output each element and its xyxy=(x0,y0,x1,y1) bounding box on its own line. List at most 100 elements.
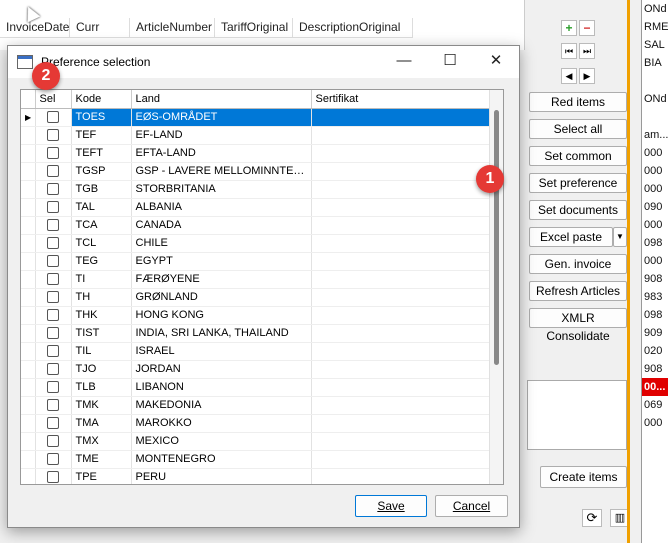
last-record-icon[interactable]: ⏭ xyxy=(579,43,595,59)
minimize-icon[interactable]: — xyxy=(381,46,427,78)
kode-cell[interactable]: TPE xyxy=(71,468,132,484)
select-checkbox[interactable] xyxy=(47,309,59,322)
table-row[interactable]: TEFT EFTA-LAND xyxy=(21,144,492,163)
table-row[interactable]: TJO JORDAN xyxy=(21,360,492,379)
land-cell[interactable]: HONG KONG xyxy=(131,306,312,325)
select-checkbox[interactable] xyxy=(47,111,59,124)
vertical-scrollbar[interactable] xyxy=(489,90,503,484)
table-row[interactable]: TME MONTENEGRO xyxy=(21,450,492,469)
sertifikat-cell[interactable] xyxy=(311,252,492,271)
land-cell[interactable]: MAROKKO xyxy=(131,414,312,433)
table-row[interactable]: TCA CANADA xyxy=(21,216,492,235)
table-row[interactable]: TH GRØNLAND xyxy=(21,288,492,307)
sertifikat-cell[interactable] xyxy=(311,270,492,289)
select-checkbox[interactable] xyxy=(47,237,59,250)
land-cell[interactable]: MAKEDONIA xyxy=(131,396,312,415)
select-checkbox[interactable] xyxy=(47,435,59,448)
excel-paste-button[interactable]: Excel paste xyxy=(529,227,613,247)
sertifikat-cell[interactable] xyxy=(311,414,492,433)
column-header-sel[interactable]: Sel xyxy=(35,90,72,109)
land-cell[interactable]: ISRAEL xyxy=(131,342,312,361)
table-row[interactable]: THK HONG KONG xyxy=(21,306,492,325)
sertifikat-cell[interactable] xyxy=(311,180,492,199)
table-row[interactable]: TEG EGYPT xyxy=(21,252,492,271)
refresh-articles-button[interactable]: Refresh Articles xyxy=(529,281,627,301)
sertifikat-cell[interactable] xyxy=(311,342,492,361)
land-cell[interactable]: MEXICO xyxy=(131,432,312,451)
scrollbar-thumb[interactable] xyxy=(494,110,499,365)
kode-cell[interactable]: TMX xyxy=(71,432,132,451)
sertifikat-cell[interactable] xyxy=(311,288,492,307)
land-cell[interactable]: STORBRITANIA xyxy=(131,180,312,199)
table-row[interactable]: TMA MAROKKO xyxy=(21,414,492,433)
kode-cell[interactable]: TME xyxy=(71,450,132,469)
land-cell[interactable]: ALBANIA xyxy=(131,198,312,217)
sertifikat-cell[interactable] xyxy=(311,306,492,325)
table-row[interactable]: TPE PERU xyxy=(21,468,492,484)
column-header-kode[interactable]: Kode xyxy=(71,90,132,109)
excel-paste-dropdown-icon[interactable]: ▼ xyxy=(613,227,627,247)
select-checkbox[interactable] xyxy=(47,255,59,268)
kode-cell[interactable]: TH xyxy=(71,288,132,307)
sertifikat-cell[interactable] xyxy=(311,108,492,127)
select-checkbox[interactable] xyxy=(47,399,59,412)
xmlr-consolidate-button[interactable]: XMLR Consolidate xyxy=(529,308,627,343)
land-cell[interactable]: EF-LAND xyxy=(131,126,312,145)
kode-cell[interactable]: TMA xyxy=(71,414,132,433)
first-record-icon[interactable]: ⏮ xyxy=(561,43,577,59)
select-checkbox[interactable] xyxy=(47,345,59,358)
kode-cell[interactable]: TAL xyxy=(71,198,132,217)
set-documents-button[interactable]: Set documents xyxy=(529,200,627,220)
table-row[interactable]: TMX MEXICO xyxy=(21,432,492,451)
kode-cell[interactable]: TGB xyxy=(71,180,132,199)
table-row[interactable]: ▶ TOES EØS-OMRÅDET xyxy=(21,108,492,127)
sertifikat-cell[interactable] xyxy=(311,198,492,217)
sertifikat-cell[interactable] xyxy=(311,126,492,145)
select-checkbox[interactable] xyxy=(47,183,59,196)
land-cell[interactable]: LIBANON xyxy=(131,378,312,397)
table-row[interactable]: TCL CHILE xyxy=(21,234,492,253)
kode-cell[interactable]: TOES xyxy=(71,108,132,127)
select-checkbox[interactable] xyxy=(47,363,59,376)
select-all-button[interactable]: Select all xyxy=(529,119,627,139)
previous-record-icon[interactable]: ◀ xyxy=(561,68,577,84)
select-checkbox[interactable] xyxy=(47,291,59,304)
kode-cell[interactable]: TGSP xyxy=(71,162,132,181)
kode-cell[interactable]: TI xyxy=(71,270,132,289)
sertifikat-cell[interactable] xyxy=(311,360,492,379)
kode-cell[interactable]: TCL xyxy=(71,234,132,253)
select-checkbox[interactable] xyxy=(47,417,59,430)
land-cell[interactable]: FÆRØYENE xyxy=(131,270,312,289)
land-cell[interactable]: MONTENEGRO xyxy=(131,450,312,469)
kode-cell[interactable]: TEFT xyxy=(71,144,132,163)
table-row[interactable]: TGSPGSP - LAVERE MELLOMINNTEKTSLAND xyxy=(21,162,492,181)
sertifikat-cell[interactable] xyxy=(311,468,492,484)
cancel-button[interactable]: Cancel xyxy=(435,495,508,517)
close-icon[interactable]: ✕ xyxy=(473,46,519,78)
sertifikat-cell[interactable] xyxy=(311,144,492,163)
create-items-button[interactable]: Create items xyxy=(540,466,627,488)
kode-cell[interactable]: THK xyxy=(71,306,132,325)
add-icon[interactable]: + xyxy=(561,20,577,36)
kode-cell[interactable]: TJO xyxy=(71,360,132,379)
kode-cell[interactable]: TMK xyxy=(71,396,132,415)
table-row[interactable]: TGB STORBRITANIA xyxy=(21,180,492,199)
table-row[interactable]: TAL ALBANIA xyxy=(21,198,492,217)
table-row[interactable]: TMK MAKEDONIA xyxy=(21,396,492,415)
land-cell[interactable]: GRØNLAND xyxy=(131,288,312,307)
sertifikat-cell[interactable] xyxy=(311,396,492,415)
remove-icon[interactable]: − xyxy=(579,20,595,36)
red-items-button[interactable]: Red items xyxy=(529,92,627,112)
column-header-sertifikat[interactable]: Sertifikat xyxy=(311,90,492,109)
select-checkbox[interactable] xyxy=(47,147,59,160)
land-cell[interactable]: EØS-OMRÅDET xyxy=(131,108,312,127)
save-button[interactable]: Save xyxy=(355,495,427,517)
table-row[interactable]: TEF EF-LAND xyxy=(21,126,492,145)
land-cell[interactable]: GSP - LAVERE MELLOMINNTEKTSLAND xyxy=(131,162,312,181)
next-record-icon[interactable]: ▶ xyxy=(579,68,595,84)
kode-cell[interactable]: TIST xyxy=(71,324,132,343)
select-checkbox[interactable] xyxy=(47,471,59,484)
sertifikat-cell[interactable] xyxy=(311,324,492,343)
land-cell[interactable]: EGYPT xyxy=(131,252,312,271)
maximize-icon[interactable]: ☐ xyxy=(427,46,473,78)
